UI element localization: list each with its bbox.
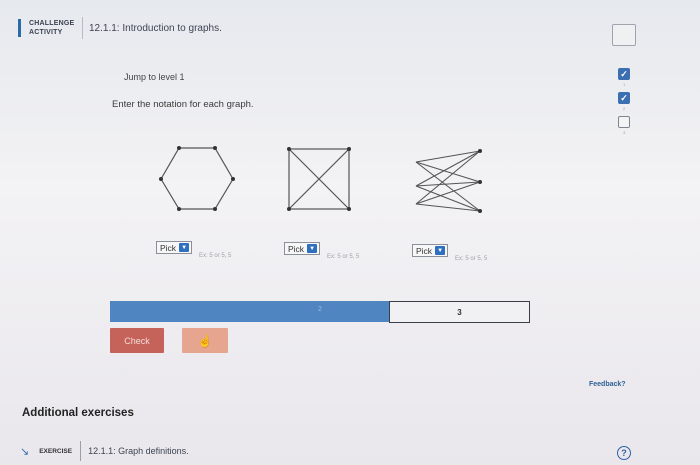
- progress-segment-3-label: 3: [457, 307, 462, 317]
- help-circle-icon[interactable]: ?: [617, 446, 631, 460]
- progress-segment-3: 3: [389, 301, 530, 323]
- graph-2-hint: Ex: 5 or 5, 5: [327, 254, 360, 260]
- graph-hexagon: [159, 146, 235, 211]
- activity-header: CHALLENGE ACTIVITY 12.1.1: Introduction …: [18, 12, 638, 44]
- jump-to-level[interactable]: Jump to level 1: [124, 72, 185, 82]
- exercise-row[interactable]: ↘ EXERCISE 12.1.1: Graph definitions.: [20, 440, 640, 462]
- hand-cursor-icon: ☝: [197, 333, 213, 348]
- completion-box: [612, 24, 636, 46]
- level-1-number: 1: [623, 82, 626, 87]
- pick-label: Pick: [288, 243, 305, 254]
- graph-1-hint: Ex: 5 or 5, 5: [199, 253, 232, 259]
- instructions: Enter the notation for each graph.: [112, 99, 254, 110]
- progress-completed: 2: [110, 301, 390, 322]
- graph-1-pick-select[interactable]: Pick ▼: [156, 241, 193, 254]
- level-checklist: ✓ 1 ✓ 2 3: [618, 68, 634, 140]
- chevron-down-icon: ▼: [307, 244, 318, 253]
- level-2[interactable]: ✓ 2: [618, 92, 632, 111]
- zybooks-page: CHALLENGE ACTIVITY 12.1.1: Introduction …: [0, 0, 700, 465]
- graph-2-pick-select[interactable]: Pick ▼: [284, 242, 321, 255]
- level-3[interactable]: 3: [618, 116, 632, 135]
- graph-3-hint: Ex: 5 or 5, 5: [455, 256, 488, 262]
- challenge-activity-label: CHALLENGE ACTIVITY: [18, 19, 82, 37]
- chevron-down-icon: ▼: [435, 246, 446, 255]
- empty-checkbox-icon: [618, 116, 630, 128]
- progress-segment-2: 2: [318, 306, 322, 313]
- level-2-number: 2: [623, 106, 626, 111]
- arrow-icon: ↘: [20, 445, 30, 458]
- activity-title: 12.1.1: Introduction to graphs.: [89, 22, 222, 34]
- pick-label: Pick: [160, 242, 177, 253]
- checkmark-icon: ✓: [618, 92, 630, 104]
- chevron-down-icon: ▼: [179, 243, 190, 252]
- checkmark-icon: ✓: [618, 68, 630, 80]
- graph-3-pick-select[interactable]: Pick ▼: [412, 244, 449, 257]
- level-1[interactable]: ✓ 1: [618, 68, 632, 87]
- next-button[interactable]: ☝: [182, 328, 228, 353]
- exercise-label: EXERCISE: [39, 447, 73, 455]
- level-3-number: 3: [623, 130, 626, 135]
- exercise-divider: [80, 441, 82, 461]
- feedback-link[interactable]: Feedback?: [589, 381, 626, 388]
- challenge-label-line1: CHALLENGE: [29, 20, 75, 27]
- graph-complete-k4: [287, 147, 351, 211]
- pick-label: Pick: [416, 245, 433, 256]
- header-divider: [82, 17, 83, 39]
- challenge-label-line2: ACTIVITY: [29, 29, 63, 36]
- additional-exercises-heading: Additional exercises: [22, 407, 134, 419]
- check-button[interactable]: Check: [110, 328, 164, 353]
- graph-bipartite-k33: [415, 149, 482, 213]
- exercise-title: 12.1.1: Graph definitions.: [88, 446, 189, 456]
